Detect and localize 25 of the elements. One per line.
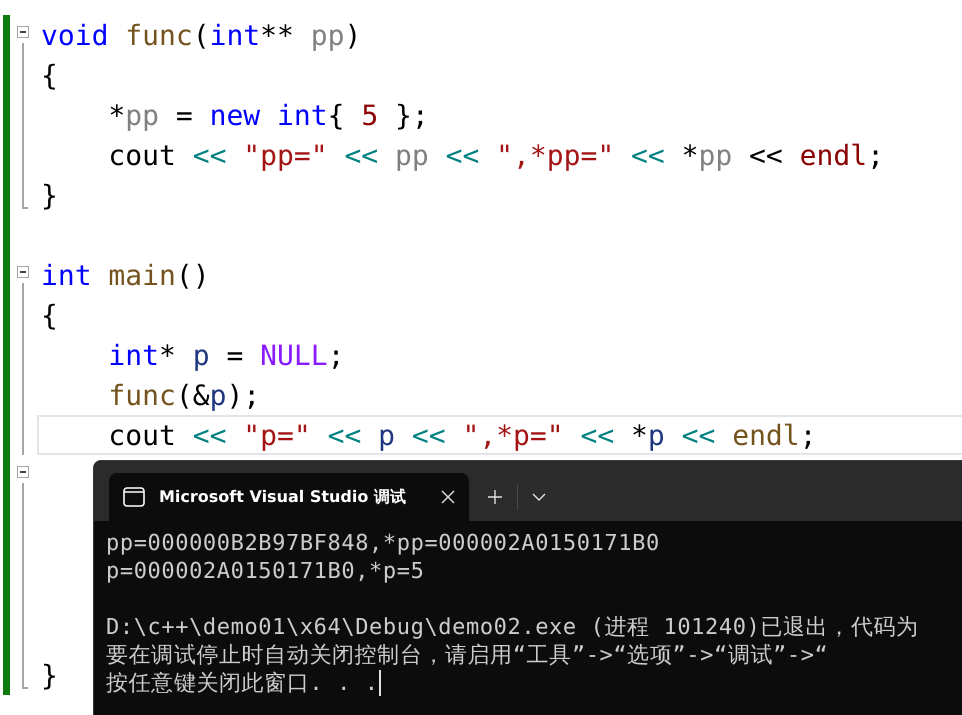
code-line: {: [41, 58, 58, 92]
console-output-line: p=000002A0150171B0,*p=5: [106, 558, 424, 584]
console-icon: [123, 487, 145, 507]
terminal-tab[interactable]: Microsoft Visual Studio 调试: [109, 473, 469, 521]
code-line: *pp = new int{ 5 };: [107, 98, 429, 132]
tab-title: Microsoft Visual Studio 调试: [159, 486, 407, 508]
dropdown-chevron-icon[interactable]: [532, 493, 546, 501]
console-output-line: D:\c++\demo01\x64\Debug\demo02.exe (进程 101240)已退出，代码为: [106, 614, 919, 642]
code-line: cout << "p=" << p << ",*p=" << *p << endl;: [107, 418, 817, 452]
code-line: func(&p);: [107, 378, 260, 412]
code-line: }: [41, 658, 58, 692]
code-line: void func(int** pp): [41, 18, 362, 52]
console-output-line: pp=000000B2B97BF848,*pp=000002A0150171B0: [106, 530, 660, 556]
collapse-toggle[interactable]: [17, 26, 29, 38]
code-line: int main(): [41, 258, 210, 292]
close-icon[interactable]: [441, 490, 455, 504]
code-line: int* p = NULL;: [107, 338, 344, 372]
console-output-line: 要在调试停止时自动关闭控制台，请启用“工具”->“选项”->“调试”->“: [106, 642, 828, 670]
console-output-line: 按任意键关闭此窗口. . .: [106, 670, 379, 698]
collapse-toggle[interactable]: [17, 266, 29, 278]
code-line: cout << "pp=" << pp << ",*pp=" << *pp << endl;: [107, 138, 884, 172]
code-line: {: [41, 298, 58, 332]
collapse-toggle[interactable]: [17, 466, 29, 478]
code-line: }: [41, 178, 58, 212]
new-tab-plus-icon[interactable]: [487, 489, 503, 505]
